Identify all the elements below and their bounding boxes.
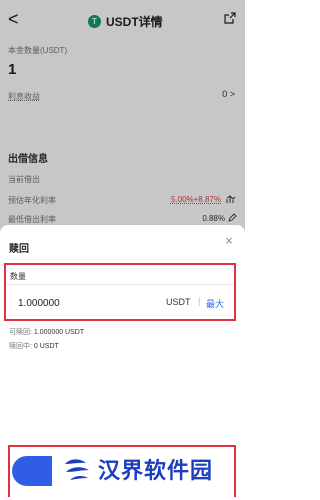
quantity-unit: USDT [166, 297, 191, 307]
confirm-redeem-button[interactable] [12, 456, 52, 486]
quantity-highlight-box [4, 263, 236, 321]
redeeming-label: 赎回中: [9, 343, 32, 350]
watermark-text: 汉界软件园 [98, 458, 214, 483]
unit-separator: | [198, 296, 201, 306]
max-button[interactable]: 最大 [206, 297, 224, 310]
redeeming-info: 赎回中: 0 USDT [9, 341, 59, 351]
watermark: 汉界软件园 [62, 452, 213, 486]
quantity-input[interactable]: 1.000000 [18, 298, 60, 309]
close-icon[interactable]: × [223, 234, 235, 247]
redeemable-info: 可赎回: 1.000000 USDT [9, 327, 84, 337]
sheet-title: 赎回 [9, 244, 29, 255]
watermark-logo-icon [65, 459, 89, 480]
redeeming-value: 0 USDT [33, 343, 59, 350]
redeemable-value: 1.000000 USDT [33, 329, 85, 336]
quantity-divider [6, 284, 234, 285]
quantity-label: 数量 [10, 272, 26, 281]
redeemable-label: 可赎回: [9, 329, 32, 336]
